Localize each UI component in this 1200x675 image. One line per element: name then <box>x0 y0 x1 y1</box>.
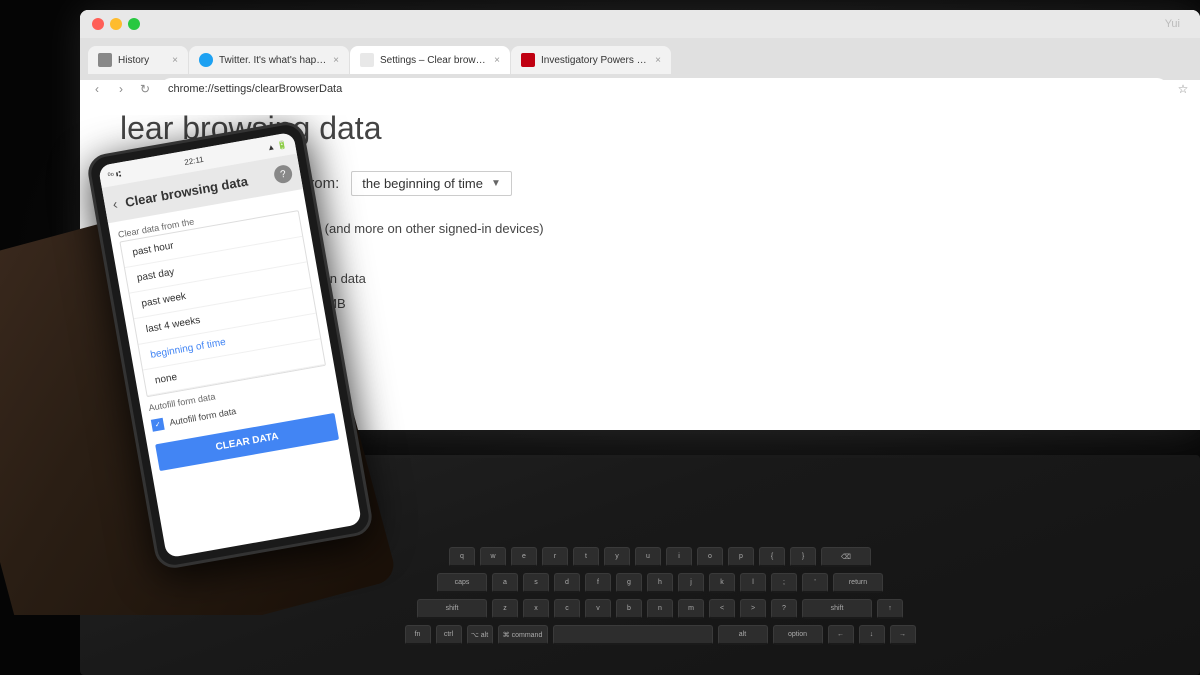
phone-back-button[interactable]: ‹ <box>111 196 118 213</box>
minimize-button[interactable] <box>110 18 122 30</box>
tab-twitter[interactable]: Twitter. It's what's happening. × <box>189 46 349 74</box>
tab-guardian-close[interactable]: × <box>655 55 661 66</box>
key: b <box>616 599 642 619</box>
arrow-right-key: → <box>890 625 916 645</box>
phone-status-left: ⁰ᵒ ⑆ <box>107 169 122 180</box>
phone-content: Clear data from the past hour past day p… <box>108 189 349 484</box>
phone-status-icons: ▲ 🔋 <box>266 140 287 152</box>
key: x <box>523 599 549 619</box>
tab-settings[interactable]: Settings – Clear browsing data × <box>350 46 510 74</box>
key-cmd: ⌘ command <box>498 625 548 645</box>
user-name: Yui <box>1165 18 1180 30</box>
key: p <box>728 547 754 567</box>
phone-time-dropdown[interactable]: past hour past day past week last 4 week… <box>119 210 326 397</box>
key: } <box>790 547 816 567</box>
reload-button[interactable]: ↻ <box>136 80 154 98</box>
history-favicon <box>98 53 112 67</box>
key-alt-r: alt <box>718 625 768 645</box>
tab-twitter-close[interactable]: × <box>333 55 339 66</box>
tab-twitter-label: Twitter. It's what's happening. <box>219 55 327 66</box>
browser-chrome: History × Twitter. It's what's happening… <box>80 10 1200 80</box>
tab-settings-close[interactable]: × <box>494 55 500 66</box>
key: l <box>740 573 766 593</box>
tab-history-label: History <box>118 55 166 66</box>
bookmark-button[interactable]: ☆ <box>1174 80 1192 98</box>
tab-guardian[interactable]: Investigatory Powers Bill rece... × <box>511 46 671 74</box>
url-bar[interactable]: chrome://settings/clearBrowserData <box>160 78 1168 100</box>
key-delete: ⌫ <box>821 547 871 567</box>
phone-checkbox-autofill-text: Autofill form data <box>169 406 237 428</box>
key: k <box>709 573 735 593</box>
phone-checkbox-autofill-input[interactable] <box>151 418 165 432</box>
forward-button[interactable]: › <box>112 80 130 98</box>
key: ; <box>771 573 797 593</box>
settings-favicon <box>360 53 374 67</box>
key: n <box>647 599 673 619</box>
key: c <box>554 599 580 619</box>
guardian-favicon <box>521 53 535 67</box>
close-button[interactable] <box>92 18 104 30</box>
key-alt: ⌥ alt <box>467 625 493 645</box>
hand-area: ⁰ᵒ ⑆ 22:11 ▲ 🔋 ‹ Clear browsing data ? C… <box>0 115 520 615</box>
key-return: return <box>833 573 883 593</box>
key-ctrl: ctrl <box>436 625 462 645</box>
key-option: option <box>773 625 823 645</box>
key: > <box>740 599 766 619</box>
key: { <box>759 547 785 567</box>
key: u <box>635 547 661 567</box>
fullscreen-button[interactable] <box>128 18 140 30</box>
tab-settings-label: Settings – Clear browsing data <box>380 55 488 66</box>
key: ' <box>802 573 828 593</box>
key-row-4: fn ctrl ⌥ alt ⌘ command alt option ← ↓ → <box>200 625 1120 645</box>
key: v <box>585 599 611 619</box>
tab-history-close[interactable]: × <box>172 55 178 66</box>
key-rshift: shift <box>802 599 872 619</box>
key: i <box>666 547 692 567</box>
key-space <box>553 625 713 645</box>
key: m <box>678 599 704 619</box>
key: j <box>678 573 704 593</box>
twitter-favicon <box>199 53 213 67</box>
key: g <box>616 573 642 593</box>
key: t <box>573 547 599 567</box>
key: h <box>647 573 673 593</box>
key: s <box>523 573 549 593</box>
key: o <box>697 547 723 567</box>
back-button[interactable]: ‹ <box>88 80 106 98</box>
key-fn: fn <box>405 625 431 645</box>
url-text: chrome://settings/clearBrowserData <box>168 83 342 95</box>
key: y <box>604 547 630 567</box>
tab-history[interactable]: History × <box>88 46 188 74</box>
key: < <box>709 599 735 619</box>
phone-status-time: 22:11 <box>184 154 205 166</box>
address-bar: ‹ › ↻ chrome://settings/clearBrowserData… <box>80 74 1200 104</box>
key: ? <box>771 599 797 619</box>
tab-guardian-label: Investigatory Powers Bill rece... <box>541 55 649 66</box>
title-bar <box>80 10 1200 38</box>
key: f <box>585 573 611 593</box>
tabs-bar: History × Twitter. It's what's happening… <box>80 38 1200 74</box>
key: d <box>554 573 580 593</box>
arrow-down-key: ↓ <box>859 625 885 645</box>
phone-help-button[interactable]: ? <box>273 164 294 185</box>
arrow-left-key: ← <box>828 625 854 645</box>
arrow-up-key: ↑ <box>877 599 903 619</box>
key: r <box>542 547 568 567</box>
